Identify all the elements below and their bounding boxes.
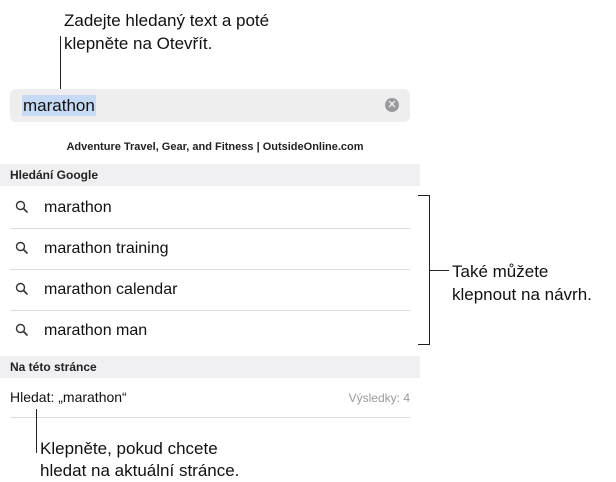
suggestion-row[interactable]: marathon man: [10, 311, 410, 351]
callout-top-line1: Zadejte hledaný text a poté: [64, 11, 270, 30]
callout-top-line2: klepněte na Otevřít.: [64, 34, 213, 53]
suggestion-label: marathon man: [44, 322, 148, 339]
section-header-google: Hledání Google: [0, 164, 420, 186]
top-hit-suggestion[interactable]: Adventure Travel, Gear, and Fitness | Ou…: [0, 141, 430, 153]
bracket-leader: [429, 270, 449, 271]
suggestion-row[interactable]: marathon training: [10, 229, 410, 270]
suggestion-row[interactable]: marathon calendar: [10, 270, 410, 311]
find-on-page-label: Hledat: „marathon“: [10, 389, 127, 405]
search-icon: [15, 241, 28, 254]
suggestion-label: marathon training: [44, 240, 169, 257]
callout-top-leader: [60, 36, 61, 94]
find-on-page-row[interactable]: Hledat: „marathon“ Výsledky: 4: [10, 381, 410, 418]
clear-icon[interactable]: ✕: [385, 98, 399, 112]
suggestion-label: marathon: [44, 199, 112, 216]
bracket-bottom: [418, 344, 430, 345]
search-input-text[interactable]: marathon: [22, 95, 96, 116]
search-icon: [15, 323, 28, 336]
search-field[interactable]: marathon ✕: [10, 89, 410, 122]
callout-bottom-line2: hledat na aktuální stránce.: [40, 461, 240, 480]
suggestion-label: marathon calendar: [44, 281, 178, 298]
search-icon: [15, 200, 28, 213]
search-icon: [15, 282, 28, 295]
callout-bottom-leader: [36, 409, 37, 453]
section-header-on-page: Na této stránce: [0, 356, 420, 378]
find-results-count: Výsledky: 4: [348, 391, 410, 405]
callout-right-line1: Také můžete: [452, 262, 549, 281]
suggestion-row[interactable]: marathon: [10, 188, 410, 229]
callout-right-line2: klepnout na návrh.: [452, 285, 592, 304]
callout-bottom-line1: Klepněte, pokud chcete: [40, 439, 218, 458]
